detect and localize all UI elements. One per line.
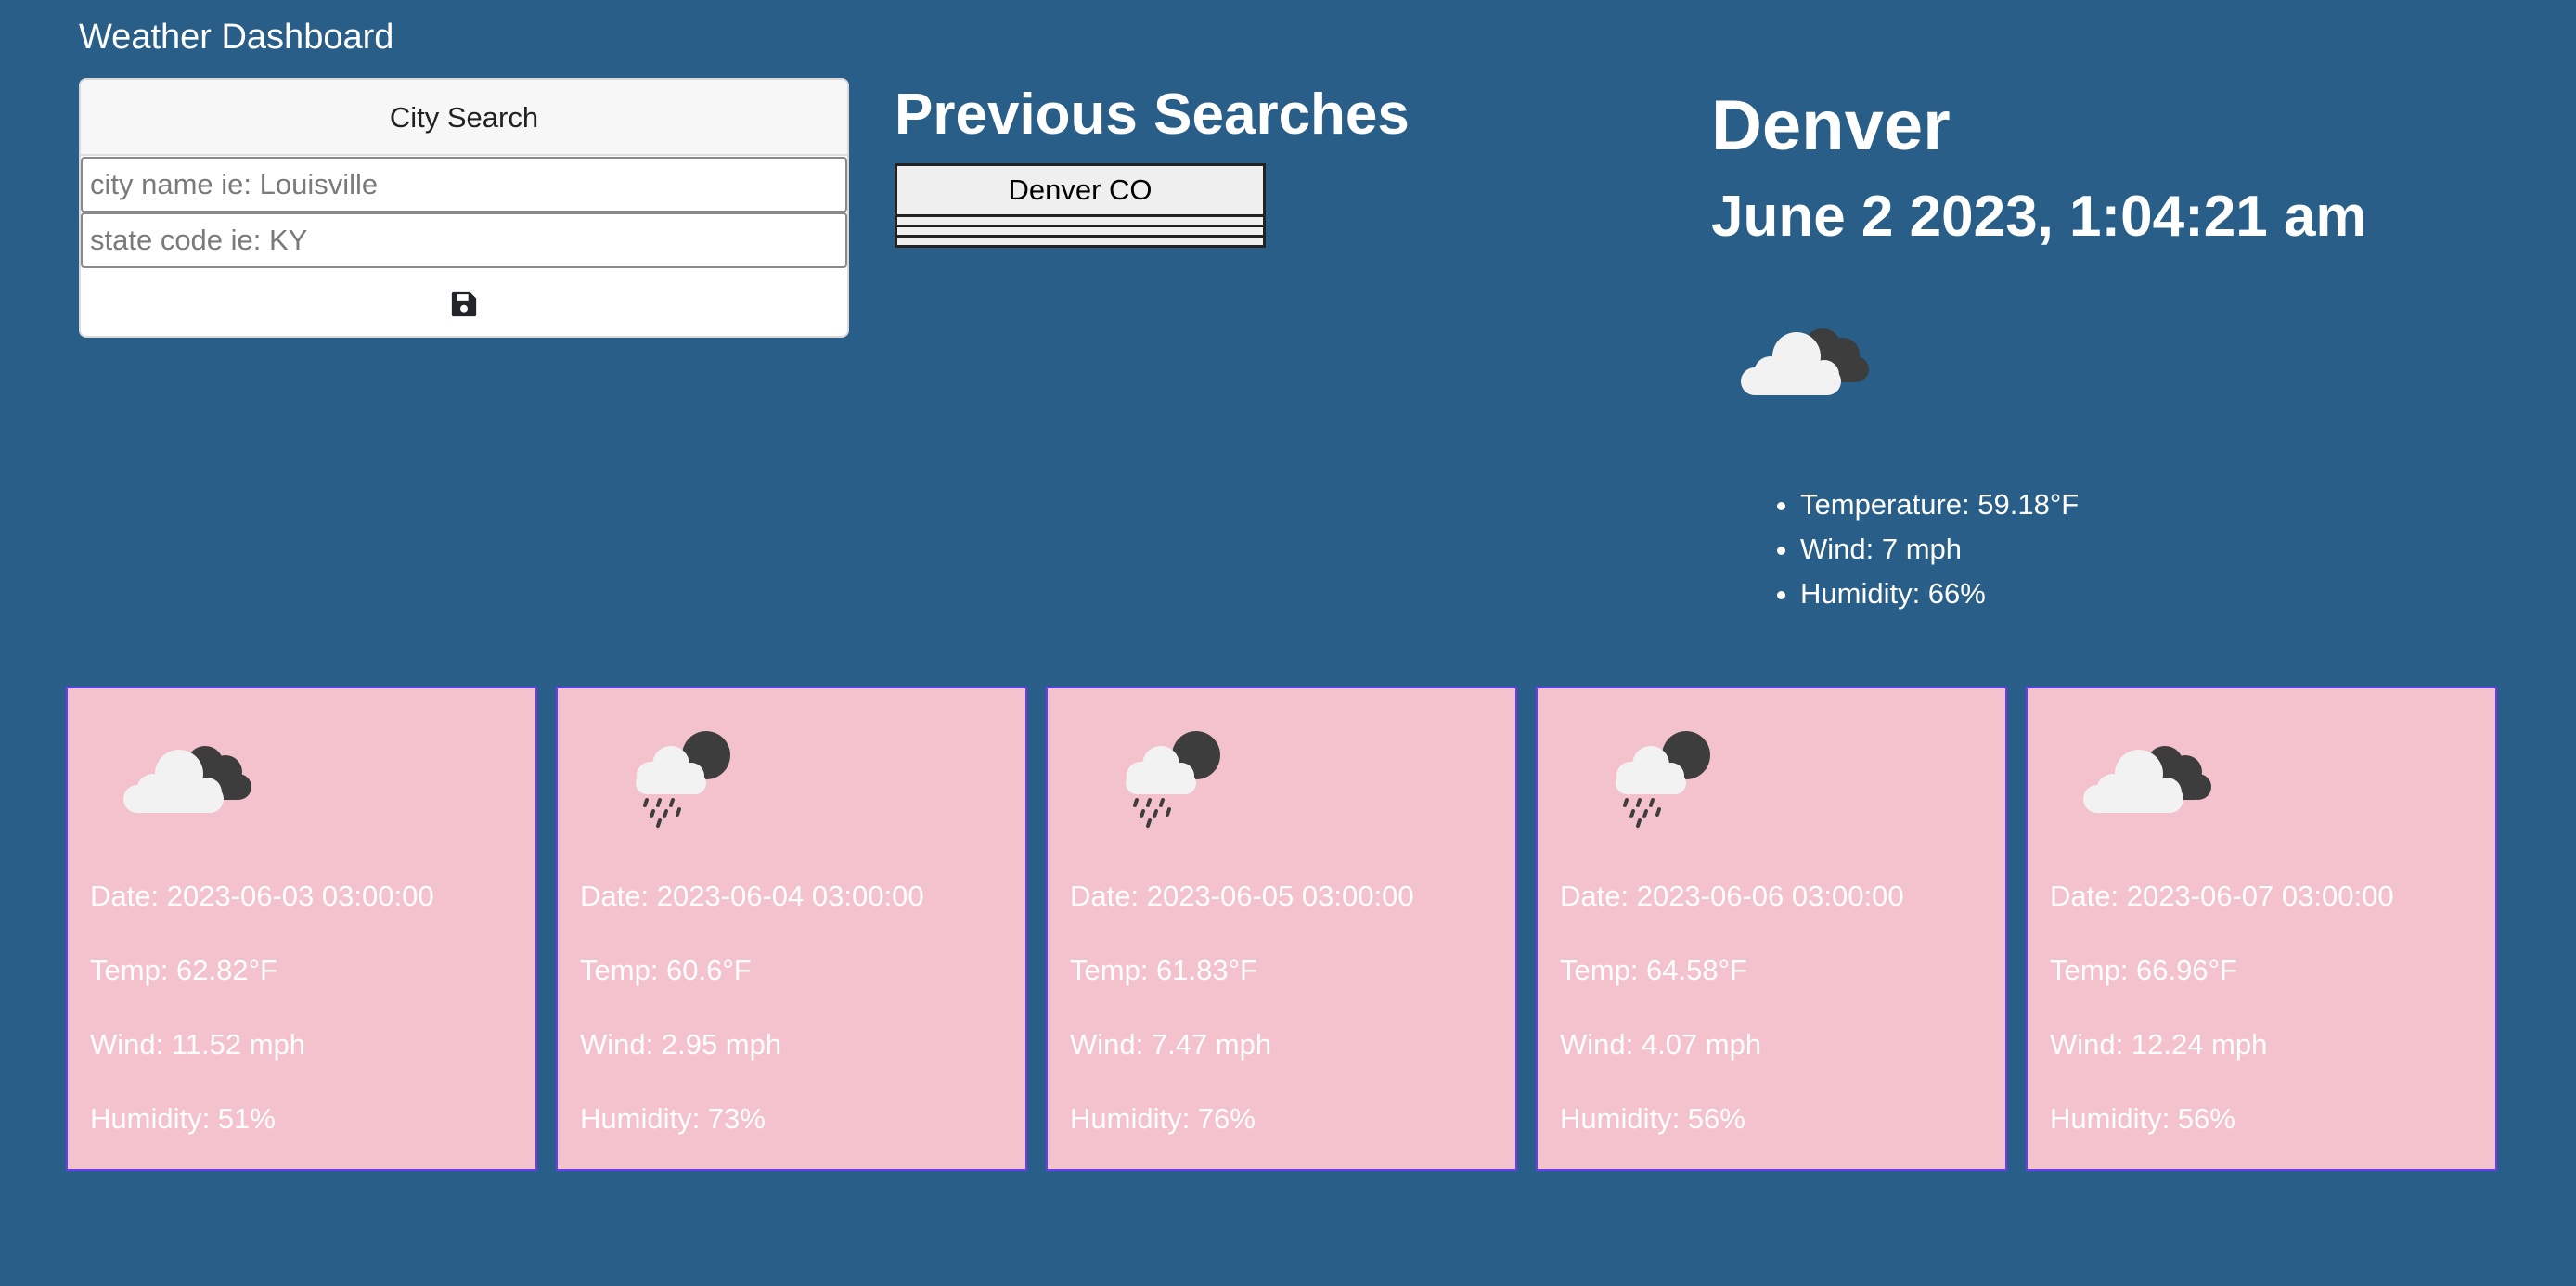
- save-button[interactable]: [81, 270, 847, 336]
- broken-clouds-icon: [114, 726, 263, 832]
- previous-search-empty-button[interactable]: [895, 238, 1266, 248]
- rain-night-icon: [1584, 726, 1732, 832]
- forecast-humidity: Humidity: 56%: [1560, 1102, 1745, 1135]
- previous-searches-list: Denver CO: [895, 163, 1266, 248]
- forecast-temp: Temp: 60.6°F: [580, 954, 752, 986]
- current-date-time: June 2 2023, 1:04:21 am: [1711, 185, 2367, 249]
- current-wind: Wind: 7 mph: [1800, 527, 2079, 572]
- forecast-card: Date: 2023-06-04 03:00:00 Temp: 60.6°F W…: [556, 687, 1027, 1171]
- app-title: Weather Dashboard: [79, 18, 394, 57]
- state-code-input[interactable]: [81, 212, 847, 268]
- broken-clouds-icon: [1732, 308, 1880, 415]
- forecast-humidity: Humidity: 73%: [580, 1102, 766, 1135]
- current-temperature: Temperature: 59.18°F: [1800, 482, 2079, 527]
- forecast-humidity: Humidity: 51%: [90, 1102, 276, 1135]
- forecast-wind: Wind: 2.95 mph: [580, 1028, 782, 1061]
- forecast-wind: Wind: 7.47 mph: [1070, 1028, 1272, 1061]
- forecast-date: Date: 2023-06-05 03:00:00: [1070, 880, 1414, 912]
- previous-searches-title: Previous Searches: [895, 83, 1410, 147]
- forecast-row: Date: 2023-06-03 03:00:00 Temp: 62.82°F …: [66, 687, 2497, 1171]
- forecast-date: Date: 2023-06-03 03:00:00: [90, 880, 434, 912]
- forecast-humidity: Humidity: 56%: [2050, 1102, 2235, 1135]
- current-weather-stats: Temperature: 59.18°F Wind: 7 mph Humidit…: [1732, 482, 2079, 616]
- forecast-date: Date: 2023-06-06 03:00:00: [1560, 880, 1904, 912]
- broken-clouds-icon: [2074, 726, 2222, 832]
- forecast-card: Date: 2023-06-06 03:00:00 Temp: 64.58°F …: [1536, 687, 2007, 1171]
- forecast-card: Date: 2023-06-03 03:00:00 Temp: 62.82°F …: [66, 687, 537, 1171]
- rain-night-icon: [1094, 726, 1243, 832]
- forecast-wind: Wind: 11.52 mph: [90, 1028, 306, 1061]
- current-city-name: Denver: [1711, 86, 1951, 165]
- previous-search-item[interactable]: Denver CO: [895, 163, 1266, 217]
- forecast-wind: Wind: 4.07 mph: [1560, 1028, 1762, 1061]
- previous-search-empty-button[interactable]: [895, 227, 1266, 238]
- forecast-card: Date: 2023-06-07 03:00:00 Temp: 66.96°F …: [2026, 687, 2497, 1171]
- forecast-wind: Wind: 12.24 mph: [2050, 1028, 2268, 1061]
- forecast-humidity: Humidity: 76%: [1070, 1102, 1256, 1135]
- forecast-temp: Temp: 64.58°F: [1560, 954, 1747, 986]
- current-humidity: Humidity: 66%: [1800, 572, 2079, 616]
- rain-night-icon: [604, 726, 753, 832]
- previous-search-empty-button[interactable]: [895, 217, 1266, 227]
- forecast-card: Date: 2023-06-05 03:00:00 Temp: 61.83°F …: [1046, 687, 1517, 1171]
- floppy-disk-icon: [451, 291, 477, 316]
- forecast-date: Date: 2023-06-07 03:00:00: [2050, 880, 2394, 912]
- forecast-temp: Temp: 61.83°F: [1070, 954, 1257, 986]
- forecast-date: Date: 2023-06-04 03:00:00: [580, 880, 924, 912]
- city-search-card: City Search: [79, 78, 849, 338]
- city-search-header: City Search: [81, 80, 847, 156]
- forecast-temp: Temp: 66.96°F: [2050, 954, 2237, 986]
- forecast-temp: Temp: 62.82°F: [90, 954, 277, 986]
- city-name-input[interactable]: [81, 157, 847, 212]
